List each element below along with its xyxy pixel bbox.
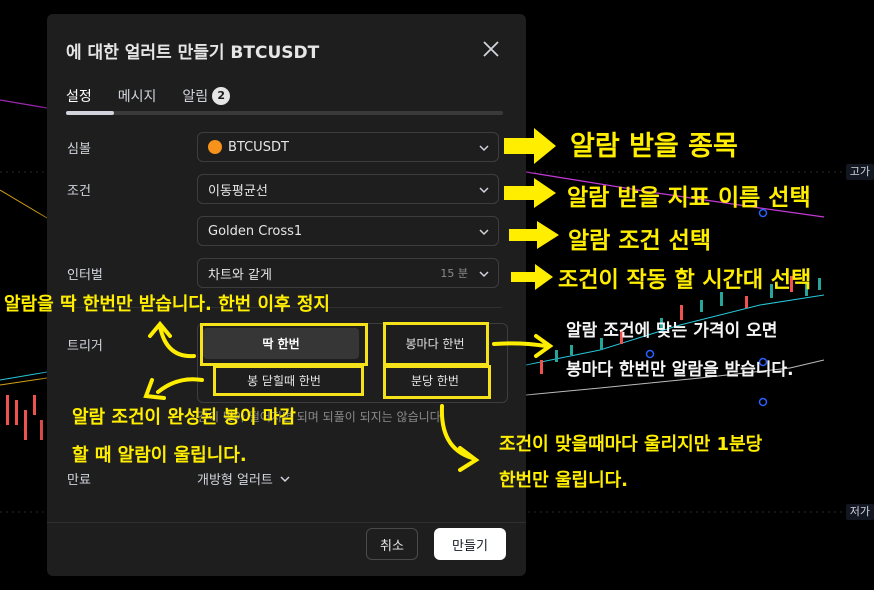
dialog-title: 에 대한 얼러트 만들기 BTCUSDT bbox=[66, 43, 320, 63]
trigger-label: 트리거 bbox=[67, 339, 103, 354]
arrow-right-icon bbox=[492, 334, 554, 358]
symbol-value: BTCUSDT bbox=[228, 139, 289, 155]
tab-settings[interactable]: 설정 bbox=[66, 84, 92, 108]
interval-select[interactable]: 차트와 같게 15 분 bbox=[197, 258, 499, 288]
symbol-label: 심볼 bbox=[67, 142, 91, 157]
tab-label: 메시지 bbox=[117, 89, 157, 105]
annotation-bar-close-line2: 할 때 알람이 울립니다. bbox=[72, 445, 247, 466]
price-tag-low: 저가 bbox=[845, 504, 874, 520]
tab-active-indicator bbox=[66, 111, 114, 115]
tab-label: 알림 bbox=[182, 89, 209, 105]
indicator-value: 이동평균선 bbox=[208, 183, 268, 199]
ma-line-purple bbox=[0, 99, 48, 109]
arrow-right-icon bbox=[504, 128, 556, 164]
interval-suffix: 15 분 bbox=[440, 267, 468, 280]
expiry-value: 개방형 얼러트 bbox=[197, 473, 273, 488]
arrow-up-icon bbox=[148, 320, 196, 359]
annotation-interval: 조건이 작동 할 시간대 선택 bbox=[558, 268, 812, 293]
crossing-value: Golden Cross1 bbox=[208, 223, 303, 239]
highlight-once bbox=[200, 323, 368, 366]
chevron-down-icon bbox=[280, 475, 290, 482]
arrow-left-icon bbox=[143, 377, 204, 400]
annotation-symbol: 알람 받을 종목 bbox=[570, 131, 738, 162]
highlight-per-bar bbox=[383, 322, 489, 366]
annotation-condition: 알람 조건 선택 bbox=[568, 228, 711, 254]
cancel-button[interactable]: 취소 bbox=[366, 528, 418, 560]
annotation-per-bar-line2: 봉마다 한번만 알람을 받습니다. bbox=[566, 360, 794, 380]
tab-notifications[interactable]: 알림 2 bbox=[182, 84, 231, 108]
arrow-right-icon bbox=[511, 264, 553, 290]
create-button[interactable]: 만들기 bbox=[434, 528, 506, 560]
chevron-down-icon bbox=[479, 187, 489, 194]
condition-label: 조건 bbox=[67, 184, 91, 199]
annotation-per-bar-line1: 알람 조건에 맞는 가격이 오면 bbox=[566, 321, 778, 341]
expiry-label: 만료 bbox=[67, 473, 91, 488]
indicator-select[interactable]: 이동평균선 bbox=[197, 174, 499, 204]
arrow-down-icon bbox=[439, 404, 480, 472]
annotation-per-minute-line2: 한번만 울립니다. bbox=[499, 470, 629, 491]
crossing-select[interactable]: Golden Cross1 bbox=[197, 216, 499, 246]
annotation-indicator: 알람 받을 지표 이름 선택 bbox=[567, 185, 811, 211]
arrow-right-icon bbox=[509, 221, 559, 249]
dialog-tabs: 설정 메시지 알림 2 bbox=[66, 84, 231, 108]
interval-label: 인터벌 bbox=[67, 268, 103, 283]
annotation-per-minute-line1: 조건이 맞을때마다 울리지만 1분당 bbox=[499, 434, 763, 455]
interval-value: 차트와 같게 bbox=[208, 267, 272, 283]
ma-line-orange bbox=[0, 189, 48, 219]
footer-divider bbox=[47, 522, 526, 523]
annotation-bar-close-line1: 알람 조건이 완성된 봉이 마감 bbox=[72, 407, 296, 428]
tab-label: 설정 bbox=[66, 89, 92, 105]
chevron-down-icon bbox=[479, 145, 489, 152]
notification-count-badge: 2 bbox=[212, 87, 231, 105]
chevron-down-icon bbox=[479, 271, 489, 278]
tab-track bbox=[66, 111, 503, 115]
close-icon bbox=[483, 41, 499, 57]
arrow-right-icon bbox=[504, 178, 556, 208]
highlight-per-minute bbox=[383, 365, 491, 399]
price-tag-high: 고가 bbox=[845, 164, 874, 180]
chevron-down-icon bbox=[479, 229, 489, 236]
close-button[interactable] bbox=[480, 38, 502, 60]
bitcoin-icon bbox=[208, 140, 222, 154]
candles-left bbox=[0, 371, 48, 440]
annotation-once: 알람을 딱 한번만 받습니다. 한번 이후 정지 bbox=[4, 294, 330, 315]
highlight-bar-close bbox=[213, 365, 364, 396]
expiry-select[interactable]: 개방형 얼러트 bbox=[197, 469, 291, 488]
symbol-select[interactable]: BTCUSDT bbox=[197, 132, 499, 162]
tab-message[interactable]: 메시지 bbox=[118, 84, 157, 108]
